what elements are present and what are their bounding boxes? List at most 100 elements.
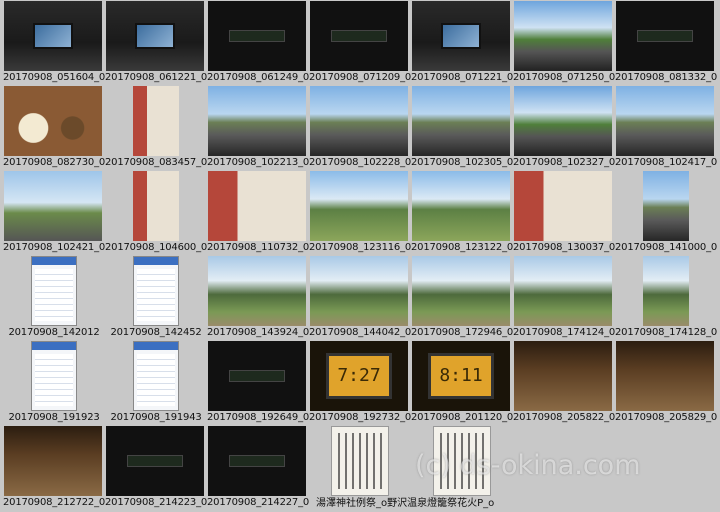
- thumbnail-image[interactable]: [208, 426, 306, 496]
- thumbnail-image[interactable]: 8:11: [412, 341, 510, 411]
- thumbnail-image[interactable]: [412, 86, 510, 156]
- thumbnail-item[interactable]: 20170908_071209_0: [309, 0, 411, 85]
- thumbnail-item[interactable]: 20170908_104600_0: [105, 170, 207, 255]
- thumbnail-item[interactable]: 20170908_214223_0: [105, 425, 207, 510]
- thumbnail-image[interactable]: [514, 86, 612, 156]
- thumbnail-image[interactable]: [616, 1, 714, 71]
- thumbnail-caption: 20170908_174128_0: [615, 327, 717, 338]
- thumbnail-caption: 20170908_083457_0: [105, 157, 207, 168]
- thumbnail-image[interactable]: [4, 426, 102, 496]
- thumbnail-item[interactable]: 20170908_205829_0: [615, 340, 717, 425]
- thumbnail-image[interactable]: [310, 86, 408, 156]
- thumbnail-image[interactable]: [514, 171, 612, 241]
- thumbnail-item[interactable]: 20170908_083457_0: [105, 85, 207, 170]
- thumbnail-image[interactable]: [133, 256, 179, 326]
- phone-header-graphic: [32, 342, 76, 350]
- clock-display: 8:11: [428, 353, 494, 399]
- thumbnail-caption: 20170908_051604_0: [3, 72, 105, 83]
- thumbnail-item[interactable]: 20170908_144042_0: [309, 255, 411, 340]
- thumbnail-item[interactable]: 20170908_123122_0: [411, 170, 513, 255]
- thumbnail-image[interactable]: [106, 426, 204, 496]
- thumbnail-image[interactable]: [133, 341, 179, 411]
- thumbnail-image[interactable]: [31, 341, 77, 411]
- thumbnail-item[interactable]: 20170908_102305_0: [411, 85, 513, 170]
- thumbnail-caption: 20170908_214227_0: [207, 497, 309, 508]
- thumbnail-image[interactable]: [133, 171, 179, 241]
- thumbnail-item[interactable]: 20170908_102213_0: [207, 85, 309, 170]
- thumbnail-caption: 20170908_191943: [110, 412, 202, 423]
- phone-header-graphic: [134, 342, 178, 350]
- thumbnail-item[interactable]: 20170908_102327_0: [513, 85, 615, 170]
- thumbnail-item[interactable]: 20170908_141000_0: [615, 170, 717, 255]
- thumbnail-caption: 20170908_102327_0: [513, 157, 615, 168]
- thumbnail-image[interactable]: [310, 1, 408, 71]
- thumbnail-item[interactable]: 20170908_102228_0: [309, 85, 411, 170]
- thumbnail-image[interactable]: [208, 256, 306, 326]
- thumbnail-item[interactable]: 20170908_142452: [105, 255, 207, 340]
- thumbnail-item[interactable]: 20170908_142012: [3, 255, 105, 340]
- thumbnail-image[interactable]: [106, 1, 204, 71]
- thumbnail-image[interactable]: 7:27: [310, 341, 408, 411]
- thumbnail-item[interactable]: 20170908_212722_0: [3, 425, 105, 510]
- thumbnail-image[interactable]: [208, 86, 306, 156]
- nav-screen-graphic: [441, 23, 481, 49]
- thumbnail-item[interactable]: 20170908_102417_0: [615, 85, 717, 170]
- thumbnail-image[interactable]: [514, 256, 612, 326]
- document-text-graphic: [440, 433, 484, 489]
- thumbnail-image[interactable]: [310, 171, 408, 241]
- thumbnail-item[interactable]: 20170908_191943: [105, 340, 207, 425]
- thumbnail-image[interactable]: [31, 256, 77, 326]
- thumbnail-item[interactable]: 20170908_174128_0: [615, 255, 717, 340]
- thumbnail-item[interactable]: 20170908_102421_0: [3, 170, 105, 255]
- thumbnail-item[interactable]: 20170908_191923: [3, 340, 105, 425]
- thumbnail-caption: 20170908_172946_0: [411, 327, 513, 338]
- thumbnail-image[interactable]: [208, 1, 306, 71]
- thumbnail-image[interactable]: [412, 256, 510, 326]
- thumbnail-image[interactable]: [643, 256, 689, 326]
- thumbnail-image[interactable]: [514, 1, 612, 71]
- thumbnail-item[interactable]: 20170908_123116_0: [309, 170, 411, 255]
- document-text-graphic: [338, 433, 382, 489]
- thumbnail-image[interactable]: [616, 86, 714, 156]
- thumbnail-item[interactable]: 20170908_172946_0: [411, 255, 513, 340]
- thumbnail-grid: 20170908_051604_0 20170908_061221_0 201709…: [0, 0, 720, 512]
- thumbnail-caption: 20170908_192649_0: [207, 412, 309, 423]
- thumbnail-item[interactable]: 20170908_110732_0: [207, 170, 309, 255]
- thumbnail-item[interactable]: 20170908_071221_0: [411, 0, 513, 85]
- dashboard-display-graphic: [127, 455, 183, 467]
- thumbnail-caption: 20170908_104600_0: [105, 242, 207, 253]
- thumbnail-image[interactable]: [208, 341, 306, 411]
- thumbnail-image[interactable]: [412, 1, 510, 71]
- thumbnail-item[interactable]: 20170908_071250_0: [513, 0, 615, 85]
- thumbnail-image[interactable]: [133, 86, 179, 156]
- thumbnail-item[interactable]: 20170908_192649_0: [207, 340, 309, 425]
- thumbnail-image[interactable]: [4, 171, 102, 241]
- thumbnail-image[interactable]: [433, 426, 491, 496]
- thumbnail-item[interactable]: 7:27 20170908_192732_0: [309, 340, 411, 425]
- thumbnail-image[interactable]: [4, 1, 102, 71]
- thumbnail-image[interactable]: [208, 171, 306, 241]
- thumbnail-item[interactable]: 20170908_143924_0: [207, 255, 309, 340]
- thumbnail-image[interactable]: [514, 341, 612, 411]
- thumbnail-item[interactable]: 20170908_051604_0: [3, 0, 105, 85]
- thumbnail-item[interactable]: 20170908_205822_0: [513, 340, 615, 425]
- thumbnail-caption: 20170908_214223_0: [105, 497, 207, 508]
- thumbnail-item[interactable]: 20170908_061221_0: [105, 0, 207, 85]
- thumbnail-item[interactable]: 20170908_214227_0: [207, 425, 309, 510]
- thumbnail-image[interactable]: [310, 256, 408, 326]
- thumbnail-image[interactable]: [4, 86, 102, 156]
- dashboard-display-graphic: [229, 455, 285, 467]
- thumbnail-item[interactable]: 8:11 20170908_201120_0: [411, 340, 513, 425]
- thumbnail-item[interactable]: 20170908_082730_0: [3, 85, 105, 170]
- thumbnail-caption: 20170908_141000_0: [615, 242, 717, 253]
- thumbnail-image[interactable]: [616, 341, 714, 411]
- thumbnail-image[interactable]: [643, 171, 689, 241]
- thumbnail-item[interactable]: 20170908_130037_0: [513, 170, 615, 255]
- thumbnail-caption: 20170908_144042_0: [309, 327, 411, 338]
- thumbnail-item[interactable]: 20170908_174124_0: [513, 255, 615, 340]
- thumbnail-image[interactable]: [331, 426, 389, 496]
- thumbnail-item[interactable]: 20170908_061249_0: [207, 0, 309, 85]
- thumbnail-item[interactable]: 20170908_081332_0: [615, 0, 717, 85]
- thumbnail-caption: 20170908_102228_0: [309, 157, 411, 168]
- thumbnail-image[interactable]: [412, 171, 510, 241]
